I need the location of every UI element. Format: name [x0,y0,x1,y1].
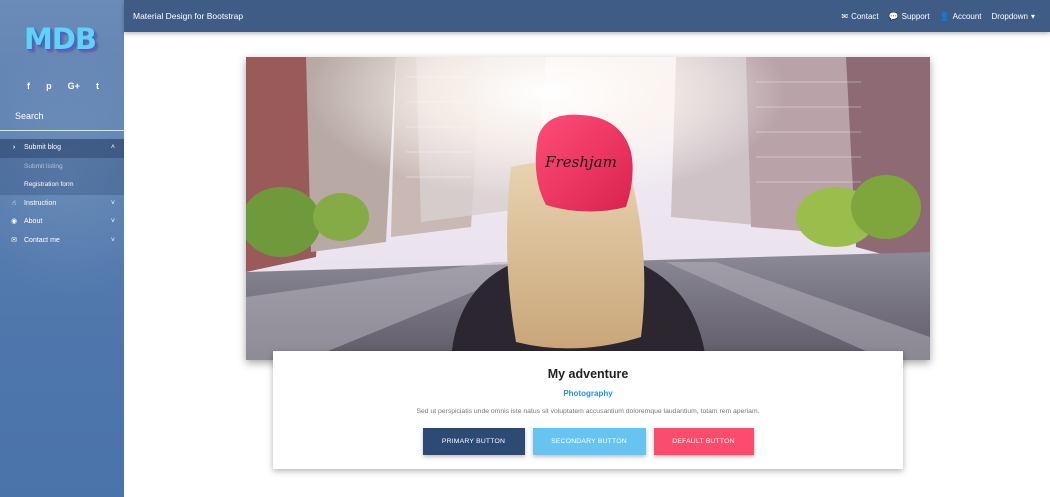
sidebar-item-label: Instruction [24,199,57,207]
chevron-down-icon: ˅ [110,199,115,207]
chevron-right-icon: › [12,144,16,151]
envelope-icon: ✉ [11,236,17,244]
sidebar-menu: › Submit blog ˄ Submit listing Registrat… [0,139,124,250]
twitter-icon[interactable]: t [96,80,99,92]
google-plus-icon[interactable]: G+ [68,80,80,92]
chevron-up-icon: ˄ [110,144,115,151]
navbar-links: ✉ Contact 💬 Support 👤 Account Dropdown ▾ [831,0,1035,32]
submenu-item-submit-listing[interactable]: Submit listing [0,157,124,176]
sidebar-item-contact-me[interactable]: ✉ Contact me ˅ [0,232,124,251]
search-input[interactable] [15,111,115,121]
card-image: Freshjam [246,57,930,360]
card-text: Sed ut perspiciatis unde omnis iste natu… [416,408,760,415]
card-subtitle: Photography [563,389,613,398]
envelope-icon: ✉ [841,11,849,21]
sidebar: MDB f p G+ t › Submit blog ˄ Submit list… [0,0,124,497]
nav-link-label: Account [952,11,982,21]
nav-link-account[interactable]: 👤 Account [940,12,982,21]
nav-link-contact[interactable]: ✉ Contact [841,12,878,21]
nav-dropdown[interactable]: Dropdown ▾ [992,12,1035,21]
nav-link-label: Dropdown [991,11,1028,21]
card-buttons: PRIMARY BUTTON SECONDARY BUTTON DEFAULT … [273,428,903,455]
chevron-down-icon: ˅ [110,236,115,244]
top-navbar: Material Design for Bootstrap ✉ Contact … [124,0,1050,32]
card: My adventure Photography Sed ut perspici… [273,351,903,469]
primary-button[interactable]: PRIMARY BUTTON [422,428,525,455]
comments-icon: 💬 [888,11,899,21]
hand-pointer-icon: ☝ [11,199,17,207]
secondary-button[interactable]: SECONDARY BUTTON [532,428,646,455]
chevron-down-icon: ˅ [110,218,115,225]
cap-logo-text: Freshjam [544,153,617,171]
card-title: My adventure [547,367,629,381]
city-street-photo: Freshjam [246,57,930,360]
pinterest-icon[interactable]: p [46,80,52,92]
eye-icon: ◉ [10,218,18,225]
sidebar-item-about[interactable]: ◉ About ˅ [0,213,124,232]
sidebar-item-label: Submit blog [24,144,61,151]
default-button[interactable]: DEFAULT BUTTON [653,428,754,455]
social-icons: f p G+ t [27,80,99,92]
nav-link-label: Support [901,11,930,21]
sidebar-item-label: Contact me [24,236,60,244]
sidebar-item-submit-blog[interactable]: › Submit blog ˄ [0,139,124,158]
sidebar-search [0,106,124,131]
submenu-item-registration-form[interactable]: Registration form [0,176,124,195]
facebook-icon[interactable]: f [27,80,30,92]
caret-down-icon: ▾ [1030,11,1035,21]
mdb-logo[interactable]: MDB [24,22,100,56]
sidebar-item-label: About [24,218,43,225]
sidebar-item-instruction[interactable]: ☝ Instruction ˅ [0,195,124,214]
user-icon: 👤 [939,11,950,21]
nav-link-label: Contact [851,11,879,21]
nav-link-support[interactable]: 💬 Support [889,12,930,21]
navbar-brand[interactable]: Material Design for Bootstrap [133,0,243,32]
